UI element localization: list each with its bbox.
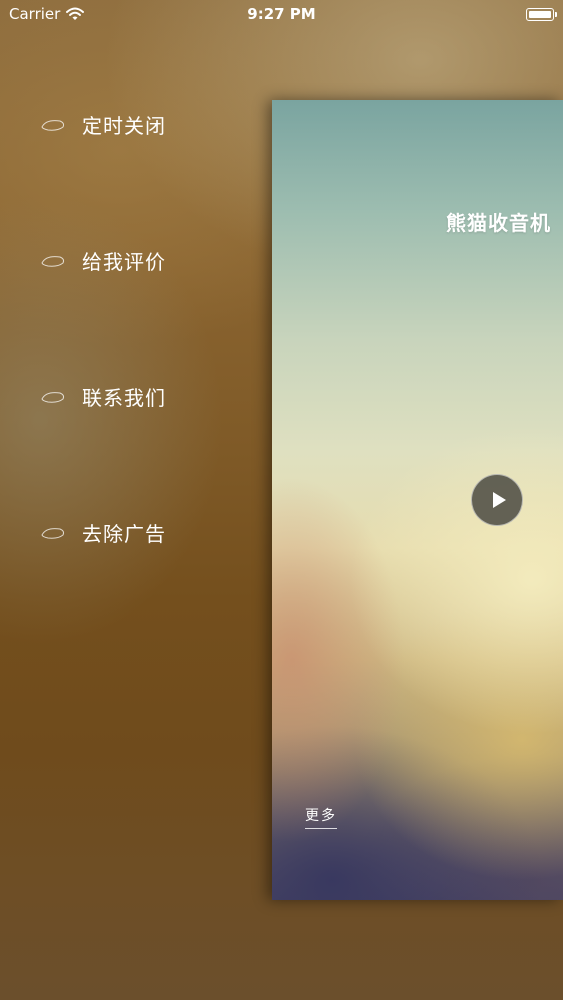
leaf-icon — [40, 390, 66, 404]
menu-item-rate-us[interactable]: 给我评价 — [40, 246, 166, 275]
menu-item-contact-us[interactable]: 联系我们 — [40, 382, 166, 411]
leaf-icon — [40, 526, 66, 540]
leaf-icon — [40, 254, 66, 268]
menu-item-label: 给我评价 — [82, 250, 166, 274]
menu-item-label: 联系我们 — [82, 386, 166, 410]
status-bar: Carrier 9:27 PM — [0, 0, 563, 30]
app-title: 熊猫收音机 — [446, 211, 551, 235]
main-card[interactable]: 熊猫收音机 更多 — [272, 100, 563, 900]
status-time: 9:27 PM — [247, 5, 316, 23]
leaf-icon — [40, 118, 66, 132]
battery-icon — [526, 8, 557, 21]
play-button[interactable] — [471, 474, 523, 526]
menu-item-label: 定时关闭 — [82, 114, 166, 138]
menu-item-timer-off[interactable]: 定时关闭 — [40, 110, 166, 139]
menu-item-label: 去除广告 — [82, 522, 166, 546]
more-link[interactable]: 更多 — [305, 805, 337, 829]
menu-item-remove-ads[interactable]: 去除广告 — [40, 518, 166, 547]
play-icon — [492, 492, 506, 508]
